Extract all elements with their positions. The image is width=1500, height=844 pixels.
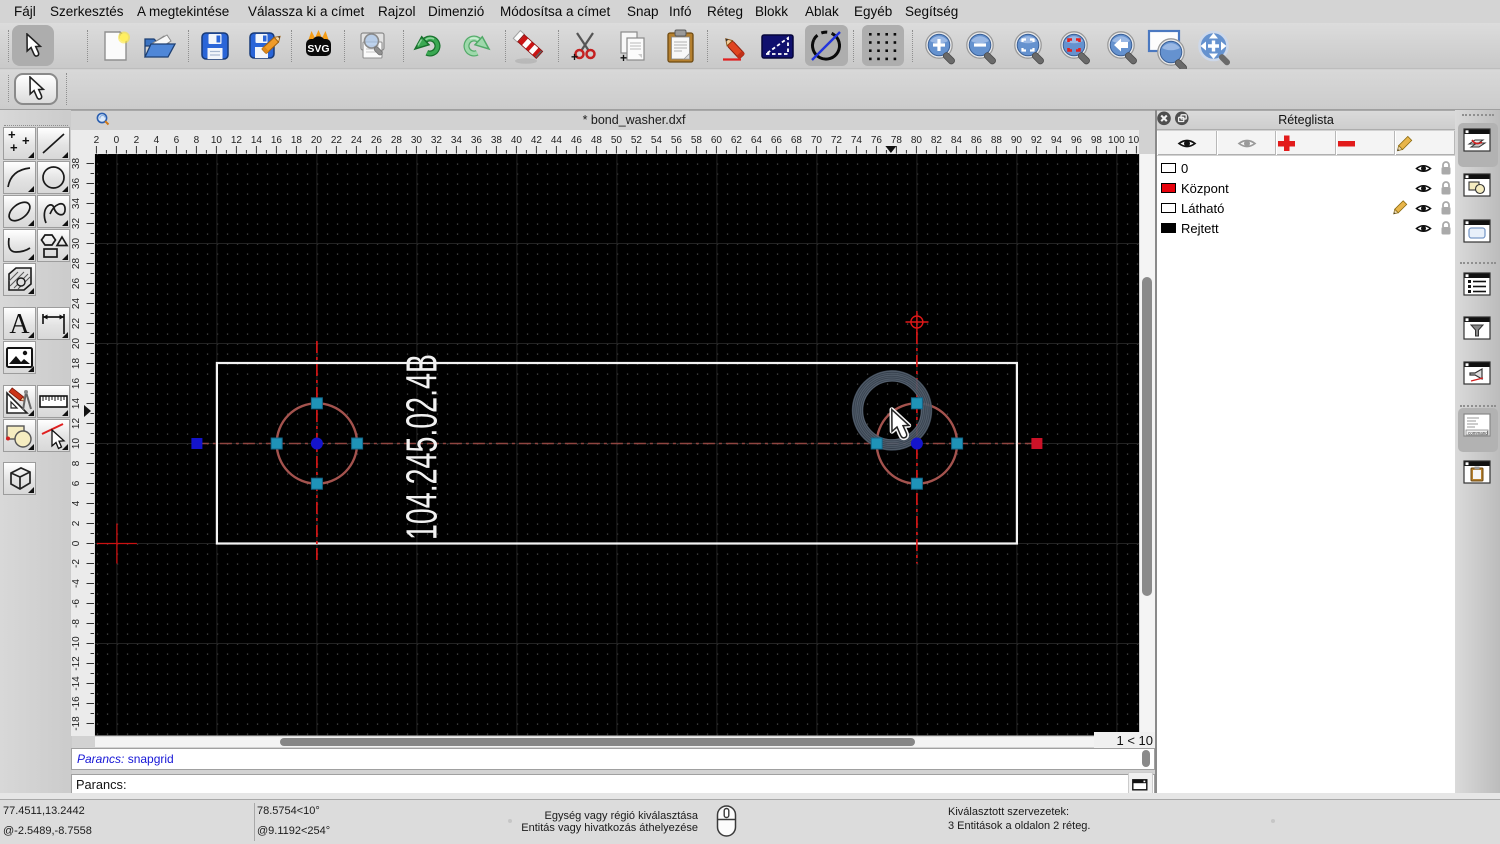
svg-text:4: 4: [154, 135, 160, 146]
svg-text:-10: -10: [71, 636, 82, 651]
svg-text:12: 12: [231, 135, 243, 146]
svg-text:62: 62: [731, 135, 743, 146]
svg-text:-4: -4: [71, 579, 82, 588]
svg-text:22: 22: [331, 135, 343, 146]
svg-text:+: +: [620, 51, 627, 63]
svg-text:36: 36: [71, 178, 82, 190]
svg-text:32: 32: [431, 135, 443, 146]
svg-text:52: 52: [631, 135, 643, 146]
svg-text:20: 20: [311, 135, 323, 146]
svg-text:36: 36: [471, 135, 483, 146]
svg-text:76: 76: [871, 135, 883, 146]
svg-text:66: 66: [771, 135, 783, 146]
svg-text:88: 88: [991, 135, 1003, 146]
svg-text:6: 6: [174, 135, 180, 146]
svg-text:+: +: [22, 133, 30, 148]
svg-text:42: 42: [531, 135, 543, 146]
svg-text:46: 46: [571, 135, 583, 146]
svg-text:-2: -2: [71, 559, 82, 568]
svg-text:6: 6: [71, 480, 82, 486]
svg-text:28: 28: [391, 135, 403, 146]
svg-text:38: 38: [71, 158, 82, 170]
svg-text:+: +: [10, 140, 18, 155]
svg-text:0: 0: [71, 540, 82, 546]
svg-text:84: 84: [951, 135, 963, 146]
svg-text:0: 0: [114, 135, 120, 146]
svg-text:26: 26: [71, 278, 82, 290]
svg-text:104.245.02.4B: 104.245.02.4B: [397, 354, 446, 540]
svg-text:8: 8: [194, 135, 200, 146]
svg-text:10: 10: [71, 438, 82, 450]
svg-text:24: 24: [351, 135, 363, 146]
svg-text:-14: -14: [71, 676, 82, 691]
svg-text:54: 54: [651, 135, 663, 146]
svg-text:44: 44: [551, 135, 563, 146]
svg-text:80: 80: [911, 135, 923, 146]
svg-text:-18: -18: [71, 716, 82, 731]
svg-text:10: 10: [211, 135, 223, 146]
svg-text:30: 30: [411, 135, 423, 146]
svg-text:2: 2: [71, 520, 82, 526]
svg-text:18: 18: [71, 358, 82, 370]
svg-text:SVG: SVG: [307, 43, 329, 55]
svg-text:-16: -16: [71, 696, 82, 711]
svg-text:50: 50: [611, 135, 623, 146]
svg-text:64: 64: [751, 135, 763, 146]
svg-text:98: 98: [1091, 135, 1103, 146]
svg-text:20: 20: [71, 338, 82, 350]
svg-text:102: 102: [1128, 135, 1139, 146]
svg-text:12: 12: [71, 418, 82, 430]
svg-text:48: 48: [591, 135, 603, 146]
svg-text:16: 16: [271, 135, 283, 146]
svg-text:2: 2: [134, 135, 140, 146]
svg-text:24: 24: [71, 298, 82, 310]
svg-text:34: 34: [71, 198, 82, 210]
svg-text:60: 60: [711, 135, 723, 146]
svg-text:28: 28: [71, 258, 82, 270]
svg-text:18: 18: [291, 135, 303, 146]
svg-text:78: 78: [891, 135, 903, 146]
svg-text:38: 38: [491, 135, 503, 146]
svg-text:34: 34: [451, 135, 463, 146]
svg-text:command: command: [1468, 430, 1488, 435]
svg-text:16: 16: [71, 378, 82, 390]
svg-text:+: +: [571, 50, 578, 63]
svg-text:74: 74: [851, 135, 863, 146]
svg-text:14: 14: [71, 398, 82, 410]
svg-text:30: 30: [71, 238, 82, 250]
svg-text:26: 26: [371, 135, 383, 146]
svg-text:2: 2: [94, 135, 100, 146]
svg-text:96: 96: [1071, 135, 1083, 146]
svg-text:70: 70: [811, 135, 823, 146]
svg-text:-12: -12: [71, 656, 82, 671]
svg-text:92: 92: [1031, 135, 1043, 146]
svg-text:4: 4: [71, 500, 82, 506]
svg-text:68: 68: [791, 135, 803, 146]
svg-text:94: 94: [1051, 135, 1063, 146]
svg-text:32: 32: [71, 218, 82, 230]
svg-text:40: 40: [511, 135, 523, 146]
svg-text:-6: -6: [71, 599, 82, 608]
svg-text:8: 8: [71, 460, 82, 466]
svg-text:56: 56: [671, 135, 683, 146]
svg-text:82: 82: [931, 135, 943, 146]
svg-text:72: 72: [831, 135, 843, 146]
svg-text:-8: -8: [71, 619, 82, 628]
svg-text:14: 14: [251, 135, 263, 146]
svg-text:100: 100: [1108, 135, 1125, 146]
svg-text:58: 58: [691, 135, 703, 146]
svg-text:22: 22: [71, 318, 82, 330]
svg-text:86: 86: [971, 135, 983, 146]
svg-text:90: 90: [1011, 135, 1023, 146]
